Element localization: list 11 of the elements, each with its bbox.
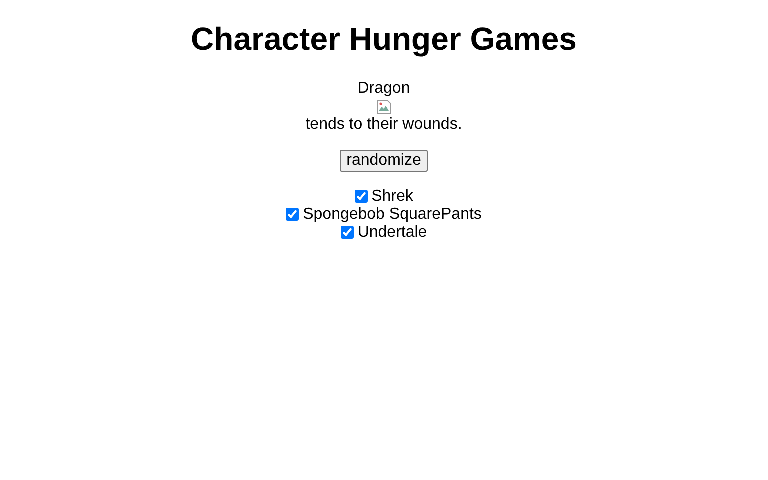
page-title: Character Hunger Games bbox=[191, 21, 577, 58]
checkbox[interactable] bbox=[286, 208, 300, 222]
checkbox[interactable] bbox=[354, 190, 368, 204]
event-text: tends to their wounds. bbox=[306, 116, 462, 134]
checkbox-label: Undertale bbox=[358, 224, 428, 242]
broken-image-icon bbox=[376, 98, 392, 115]
character-name: Dragon bbox=[358, 80, 410, 98]
checkbox-label: Shrek bbox=[372, 188, 414, 206]
checkbox[interactable] bbox=[340, 226, 354, 240]
randomize-button[interactable]: randomize bbox=[340, 150, 428, 172]
checkbox-label: Spongebob SquarePants bbox=[303, 206, 482, 224]
